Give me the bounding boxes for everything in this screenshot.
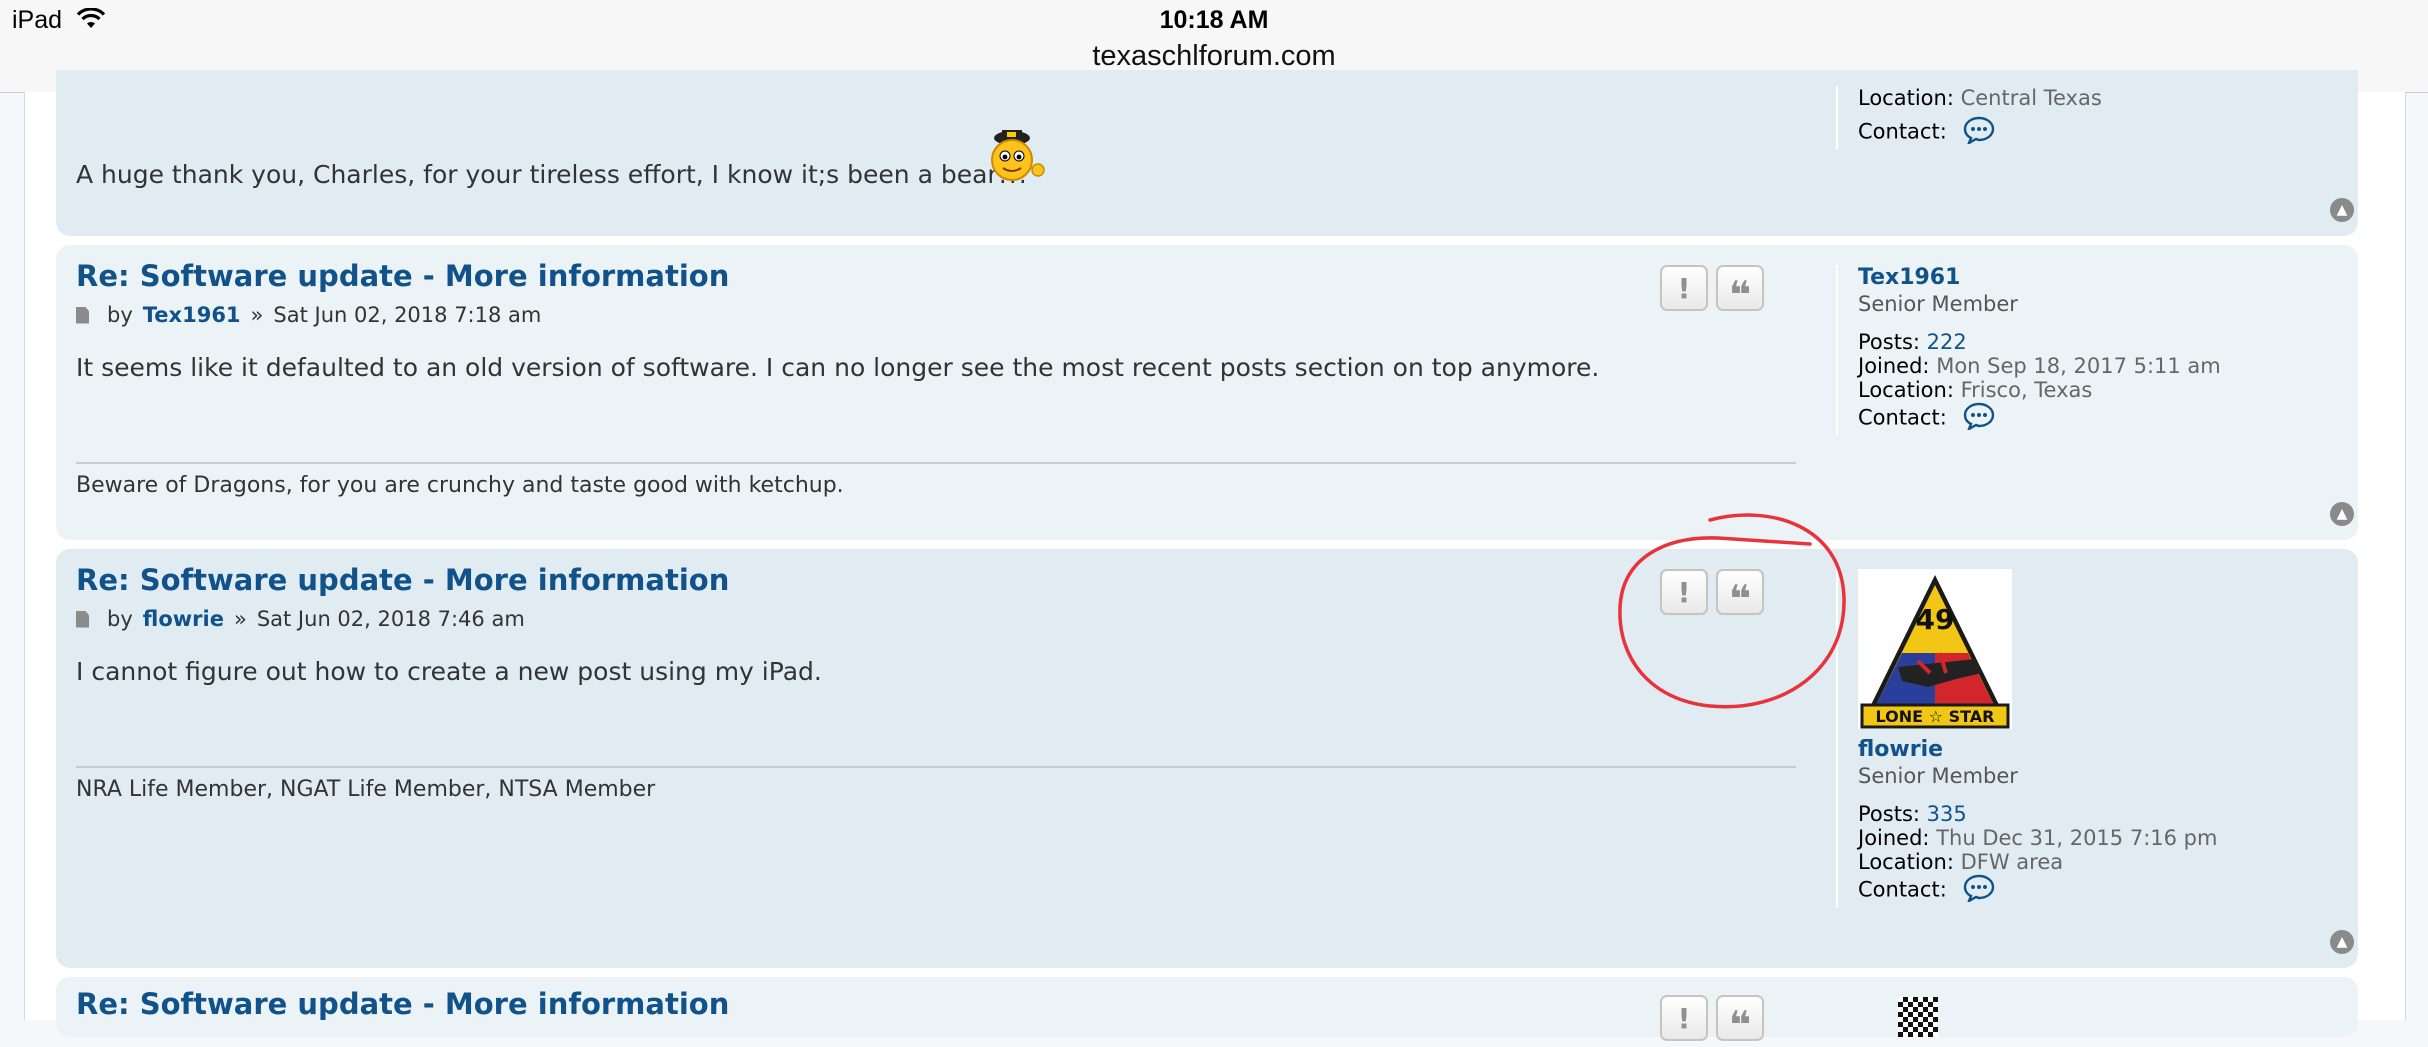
profile-contact-row: Contact: bbox=[1858, 402, 2358, 435]
post-4: Re: Software update - More information !… bbox=[56, 977, 2358, 1044]
address-bar[interactable]: texaschlforum.com bbox=[0, 40, 2428, 73]
profile-posts[interactable]: 222 bbox=[1927, 330, 1967, 354]
post-1-profile: Location: Central Texas Contact: bbox=[1836, 86, 2358, 149]
clock: 10:18 AM bbox=[1159, 6, 1269, 34]
back-to-top-icon[interactable]: ▲ bbox=[2330, 930, 2354, 954]
signature: Beware of Dragons, for you are crunchy a… bbox=[76, 473, 844, 498]
post-body: A huge thank you, Charles, for your tire… bbox=[76, 160, 1028, 189]
signature: NRA Life Member, NGAT Life Member, NTSA … bbox=[76, 777, 656, 802]
report-button[interactable]: ! bbox=[1660, 265, 1708, 311]
post-title[interactable]: Re: Software update - More information bbox=[76, 259, 729, 293]
profile-posts[interactable]: 335 bbox=[1927, 802, 1967, 826]
profile-location-row: Location: Central Texas bbox=[1858, 86, 2102, 110]
profile-username[interactable]: Tex1961 bbox=[1858, 265, 2358, 290]
post-body: It seems like it defaulted to an old ver… bbox=[76, 353, 1600, 382]
profile-posts-row: Posts: 335 bbox=[1858, 802, 1967, 826]
profile-contact-row: Contact: bbox=[1858, 116, 2358, 149]
avatar-text: LONE ☆ STAR bbox=[1876, 707, 1995, 726]
post-icon[interactable] bbox=[76, 306, 89, 324]
profile-location: Central Texas bbox=[1960, 86, 2102, 110]
profile-joined-row: Joined: Thu Dec 31, 2015 7:16 pm bbox=[1858, 826, 2218, 850]
quote-button[interactable]: ❝ bbox=[1716, 995, 1764, 1044]
avatar-number: 49 bbox=[1916, 603, 1955, 636]
signature-divider bbox=[76, 766, 1796, 768]
contact-icon[interactable] bbox=[1963, 402, 1995, 435]
profile-location-row: Location: DFW area bbox=[1858, 850, 2064, 874]
profile-joined: Mon Sep 18, 2017 5:11 am bbox=[1936, 354, 2221, 378]
signature-divider bbox=[76, 462, 1796, 464]
profile-location: DFW area bbox=[1960, 850, 2064, 874]
contact-icon[interactable] bbox=[1963, 874, 1995, 907]
post-2-profile: Tex1961 Senior Member Posts: 222 Joined:… bbox=[1836, 265, 2358, 435]
avatar[interactable]: 49 LONE ☆ STAR bbox=[1858, 569, 2012, 729]
profile-posts-row: Posts: 222 bbox=[1858, 330, 1967, 354]
profile-contact-row: Contact: bbox=[1858, 874, 2358, 907]
profile-joined: Thu Dec 31, 2015 7:16 pm bbox=[1936, 826, 2218, 850]
smiley-icon bbox=[986, 128, 1050, 190]
profile-rank: Senior Member bbox=[1858, 764, 2018, 788]
report-button[interactable]: ! bbox=[1660, 995, 1708, 1041]
post-1: Location: Central Texas Contact: A huge … bbox=[56, 70, 2358, 236]
profile-rank: Senior Member bbox=[1858, 292, 2018, 316]
post-2: Re: Software update - More information b… bbox=[56, 245, 2358, 540]
post-meta: by Tex1961 » Sat Jun 02, 2018 7:18 am bbox=[76, 303, 541, 327]
avatar[interactable] bbox=[1898, 997, 1938, 1037]
post-author[interactable]: flowrie bbox=[143, 607, 224, 631]
contact-icon[interactable] bbox=[1963, 116, 1995, 149]
quote-button[interactable]: ❝ bbox=[1716, 569, 1764, 618]
profile-location-row: Location: Frisco, Texas bbox=[1858, 378, 2093, 402]
post-3: Re: Software update - More information b… bbox=[56, 549, 2358, 968]
back-to-top-icon[interactable]: ▲ bbox=[2330, 502, 2354, 526]
profile-joined-row: Joined: Mon Sep 18, 2017 5:11 am bbox=[1858, 354, 2221, 378]
post-date: Sat Jun 02, 2018 7:18 am bbox=[273, 303, 542, 327]
post-3-profile: 49 LONE ☆ STAR flowrie Senior Member Pos… bbox=[1836, 569, 2358, 907]
post-icon[interactable] bbox=[76, 610, 89, 628]
quote-button[interactable]: ❝ bbox=[1716, 265, 1764, 314]
post-author[interactable]: Tex1961 bbox=[143, 303, 241, 327]
post-body: I cannot figure out how to create a new … bbox=[76, 657, 822, 686]
profile-location: Frisco, Texas bbox=[1960, 378, 2093, 402]
profile-username[interactable]: flowrie bbox=[1858, 737, 2358, 762]
back-to-top-icon[interactable]: ▲ bbox=[2330, 198, 2354, 222]
post-title[interactable]: Re: Software update - More information bbox=[76, 987, 729, 1021]
report-button[interactable]: ! bbox=[1660, 569, 1708, 615]
post-meta: by flowrie » Sat Jun 02, 2018 7:46 am bbox=[76, 607, 525, 631]
post-title[interactable]: Re: Software update - More information bbox=[76, 563, 729, 597]
post-date: Sat Jun 02, 2018 7:46 am bbox=[256, 607, 525, 631]
